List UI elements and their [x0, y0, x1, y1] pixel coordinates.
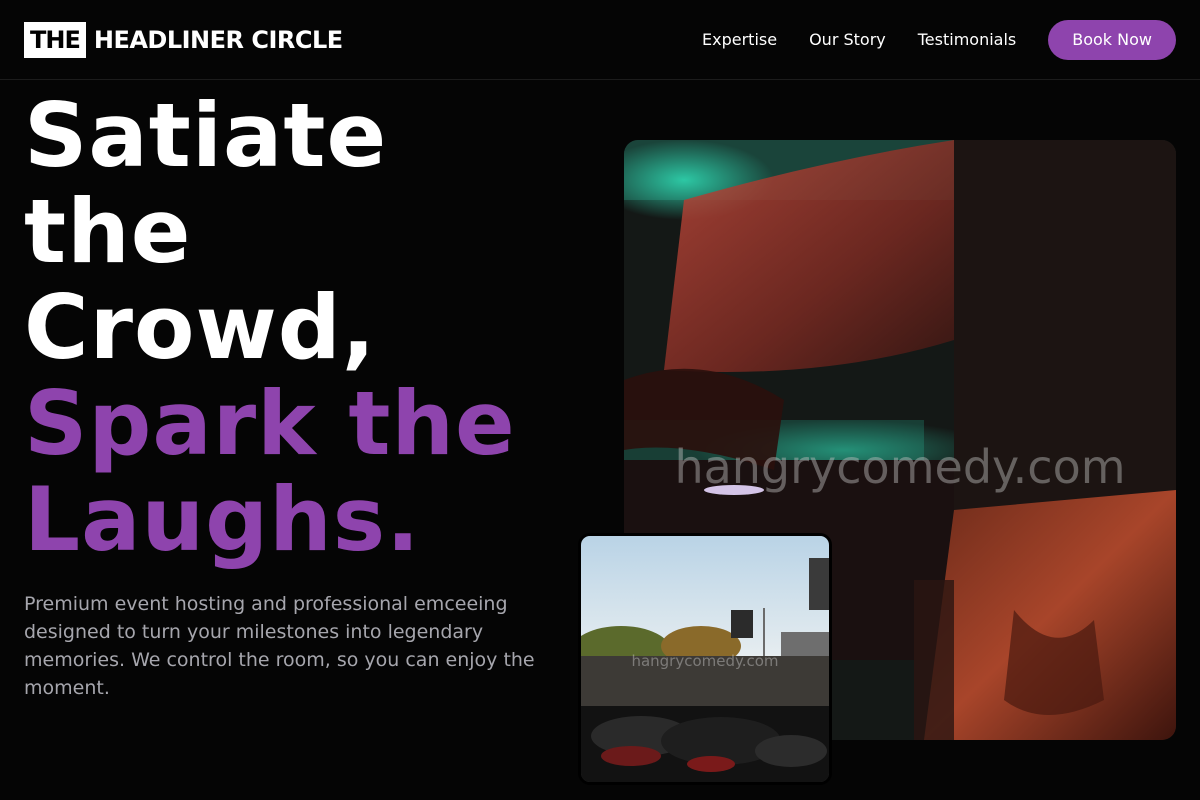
nav-link-our-story[interactable]: Our Story: [809, 30, 886, 49]
hero-title-line: the: [24, 180, 192, 283]
brand-logo[interactable]: THE HEADLINER CIRCLE: [24, 21, 343, 58]
photo-watermark: hangrycomedy.com: [674, 440, 1126, 494]
hero-title-accent-line: Spark the: [24, 372, 516, 475]
hero-title-line: Satiate: [24, 84, 388, 187]
logo-box: THE: [24, 21, 86, 58]
book-now-button[interactable]: Book Now: [1048, 19, 1176, 60]
main-nav: Expertise Our Story Testimonials Book No…: [702, 19, 1176, 60]
inset-photo-watermark: hangrycomedy.com: [631, 652, 779, 670]
hero-title-line: Crowd,: [24, 276, 377, 379]
hero-title-accent-line: Laughs.: [24, 468, 421, 571]
logo-text: HEADLINER CIRCLE: [93, 25, 343, 54]
hero-title: Satiate the Crowd, Spark the Laughs.: [24, 88, 516, 568]
top-navbar: THE HEADLINER CIRCLE Expertise Our Story…: [0, 0, 1200, 80]
hero-subtitle: Premium event hosting and professional e…: [24, 593, 535, 699]
nav-link-testimonials[interactable]: Testimonials: [918, 30, 1017, 49]
nav-link-expertise[interactable]: Expertise: [702, 30, 777, 49]
inset-photo-crowd: hangrycomedy.com: [578, 533, 832, 785]
